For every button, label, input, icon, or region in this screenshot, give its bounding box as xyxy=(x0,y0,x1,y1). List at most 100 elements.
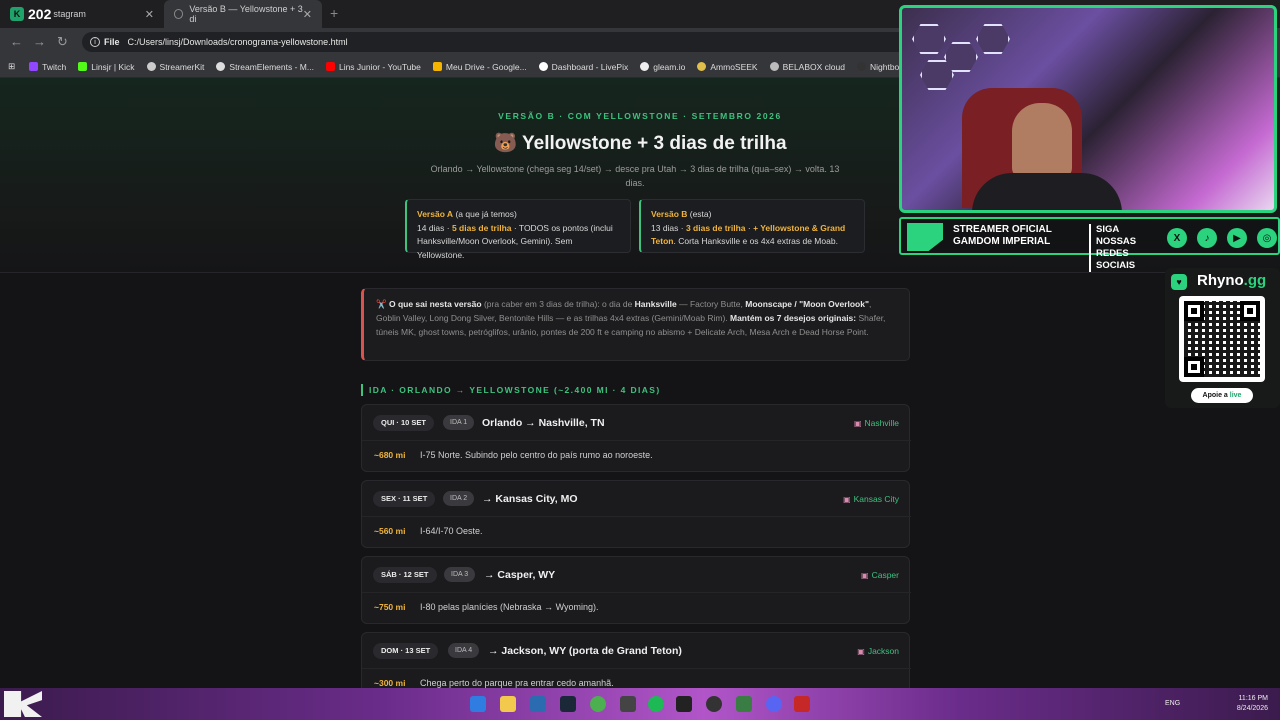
day-tag: IDA 3 xyxy=(444,567,476,582)
bookmark-label: StreamerKit xyxy=(159,61,205,72)
google-drive-icon xyxy=(432,62,442,71)
streamelements-icon xyxy=(216,62,226,71)
qr-finder xyxy=(1184,301,1204,321)
tab-label: Versão B — Yellowstone + 3 di xyxy=(189,4,303,24)
day-date: SEX · 11 SET xyxy=(373,491,436,507)
bookmark-gleam[interactable]: gleam.io xyxy=(640,62,685,72)
day-tag: IDA 4 xyxy=(448,643,480,658)
obs-icon[interactable] xyxy=(706,696,722,712)
bookmark-streamerkit[interactable]: StreamerKit xyxy=(146,61,205,72)
bookmark-streamelements[interactable]: StreamElements - M... xyxy=(216,62,314,72)
notice-text: — Factory Butte, xyxy=(676,299,746,309)
x-icon: X xyxy=(1167,228,1187,248)
version-paren: (a que já temos) xyxy=(453,209,517,219)
tab-prefix: 202 xyxy=(28,6,52,22)
day-miles: ~300 mi xyxy=(374,678,406,688)
bookmark-livepix[interactable]: Dashboard - LivePix xyxy=(538,61,629,72)
streamer-body xyxy=(972,173,1122,210)
bookmark-ammoseek[interactable]: AmmoSEEK xyxy=(697,62,758,72)
steam-icon[interactable] xyxy=(560,696,576,712)
hotel-icon: ▣ xyxy=(853,419,862,428)
tab-instagram[interactable]: K 202 stagram ✕ xyxy=(0,0,164,28)
info-icon[interactable]: i xyxy=(90,37,100,47)
kick-start-icon[interactable] xyxy=(4,691,42,717)
day-miles: ~560 mi xyxy=(374,526,406,536)
qr-finder xyxy=(1184,357,1204,377)
hero-subtitle: Orlando → Yellowstone (chega seg 14/set)… xyxy=(430,164,840,188)
banner-left-text: STREAMER OFICIAL GAMDOM IMPERIAL xyxy=(953,224,1052,247)
instagram-icon: ◎ xyxy=(1257,228,1277,248)
hexagon-shelf-icon xyxy=(976,24,1010,54)
version-a-card: Versão A (a que já temos) 14 dias · 5 di… xyxy=(405,199,631,260)
day-date: QUI · 10 SET xyxy=(373,415,435,431)
discord-icon[interactable] xyxy=(766,696,782,712)
sponsor-banner: STREAMER OFICIAL GAMDOM IMPERIAL SIGA NO… xyxy=(899,217,1280,272)
back-icon[interactable]: ← xyxy=(10,34,23,49)
day-description: Chega perto do parque pra entrar cedo am… xyxy=(420,678,614,688)
url-text[interactable]: C:/Users/linsj/Downloads/cronograma-yell… xyxy=(128,37,348,47)
rhyno-tld: .gg xyxy=(1243,272,1267,289)
bookmark-belabox[interactable]: BELABOX cloud xyxy=(769,61,845,72)
version-name: Versão A xyxy=(417,209,454,219)
url-scheme: File xyxy=(104,37,120,47)
version-highlight: 3 dias de trilha xyxy=(685,222,746,233)
hexagon-shelf-icon xyxy=(912,24,946,54)
tab-active[interactable]: Versão B — Yellowstone + 3 di ✕ xyxy=(164,0,322,28)
streamerkit-icon xyxy=(146,62,156,71)
windows-icon[interactable] xyxy=(470,696,486,712)
version-name: Versão B xyxy=(651,209,688,219)
terminal-icon[interactable] xyxy=(676,696,692,712)
tiktok-icon: ♪ xyxy=(1197,228,1217,248)
bookmark-label: BELABOX cloud xyxy=(782,61,845,72)
chrome-icon[interactable] xyxy=(590,696,606,712)
notice-bold: Moonscape / "Moon Overlook" xyxy=(745,299,870,309)
notice-bold: Mantém os 7 desejos originais: xyxy=(730,313,857,323)
banner-right-text: SIGA NOSSAS REDES SOCIAIS xyxy=(1089,224,1161,272)
file-explorer-icon[interactable] xyxy=(500,696,516,712)
ammoseek-icon xyxy=(697,62,707,71)
close-icon[interactable]: ✕ xyxy=(303,8,312,21)
livepix-icon xyxy=(538,62,548,71)
version-highlight: 5 dias de trilha xyxy=(451,222,512,233)
bookmark-kick[interactable]: Linsjr | Kick xyxy=(78,61,135,72)
gamdom-logo-icon xyxy=(907,223,943,251)
globe-icon xyxy=(174,9,184,19)
hotel-icon: ▣ xyxy=(857,647,865,656)
youtube-icon: ▶ xyxy=(1227,228,1247,248)
day-stay: ▣ Casper xyxy=(861,567,899,584)
day-route: → Kansas City, MO xyxy=(482,493,578,505)
kick-icon xyxy=(78,62,88,71)
day-stay: ▣ Jackson xyxy=(857,643,899,660)
notice-text: (pra caber em 3 dias de trilha): o dia d… xyxy=(481,299,635,309)
app-icon[interactable] xyxy=(736,696,752,712)
system-clock[interactable]: 11:16 PM 8/24/2026 xyxy=(1237,694,1268,714)
reload-icon[interactable]: ↻ xyxy=(57,34,68,50)
belabox-icon xyxy=(769,62,779,71)
close-icon[interactable]: ✕ xyxy=(145,8,154,21)
apps-icon[interactable]: ⊞ xyxy=(8,61,15,72)
apoie-live: live xyxy=(1229,392,1242,399)
app-icon[interactable] xyxy=(530,696,546,712)
bookmark-youtube[interactable]: Lins Junior - YouTube xyxy=(325,62,421,72)
voicemeeter-icon[interactable] xyxy=(794,696,810,712)
bookmark-label: Linsjr | Kick xyxy=(91,61,135,72)
day-date: SÁB · 12 SET xyxy=(373,567,437,583)
day-card-header: SÁB · 12 SET IDA 3 → Casper, WY ▣ Casper xyxy=(362,557,911,593)
day-stay-label: Nashville xyxy=(864,418,900,428)
bookmark-twitch[interactable]: Twitch xyxy=(29,62,66,72)
app-icon[interactable] xyxy=(620,696,636,712)
day-stay-label: Jackson xyxy=(867,646,899,656)
bookmark-google-drive[interactable]: Meu Drive - Google... xyxy=(432,61,527,72)
forward-icon[interactable]: → xyxy=(33,34,46,49)
bookmark-label: Meu Drive - Google... xyxy=(445,61,527,72)
new-tab-button[interactable]: + xyxy=(330,5,338,21)
version-text: 14 dias · xyxy=(417,222,452,233)
scissors-icon: ✂️ xyxy=(376,299,387,309)
spotify-icon[interactable] xyxy=(648,696,664,712)
clock-date: 8/24/2026 xyxy=(1236,705,1268,712)
day-stay-label: Kansas City xyxy=(853,494,899,504)
language-indicator[interactable]: ENG xyxy=(1165,700,1180,707)
gleam-icon xyxy=(640,62,650,71)
day-description: I-64/I-70 Oeste. xyxy=(420,526,483,536)
bookmark-label: Dashboard - LivePix xyxy=(551,61,629,72)
